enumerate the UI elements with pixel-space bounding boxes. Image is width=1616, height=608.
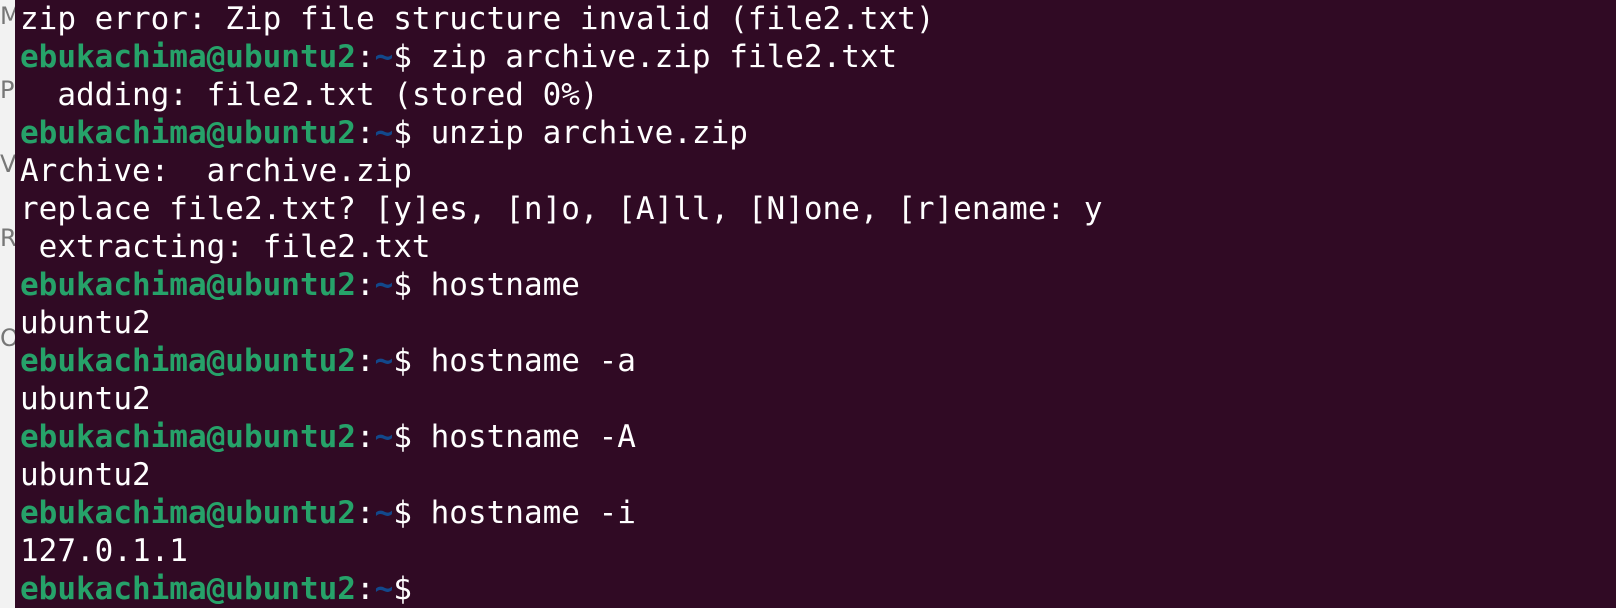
output-line: zip error: Zip file structure invalid (f… — [20, 1, 935, 37]
output-line: replace file2.txt? [y]es, [n]o, [A]ll, [… — [20, 191, 1103, 227]
prompt-colon: : — [355, 571, 375, 607]
output-line: extracting: file2.txt — [20, 229, 431, 265]
prompt-line: ebukachima@ubuntu2:~$ unzip archive.zip — [20, 114, 1616, 152]
command-text: unzip archive.zip — [430, 115, 748, 151]
command-text: hostname — [430, 267, 580, 303]
output-line: 127.0.1.1 — [20, 533, 188, 569]
command-text: zip archive.zip file2.txt — [430, 39, 898, 75]
prompt-colon: : — [355, 495, 375, 531]
prompt-symbol: $ — [393, 571, 431, 607]
prompt-path: ~ — [374, 419, 394, 455]
prompt-colon: : — [355, 267, 375, 303]
prompt-path: ~ — [374, 495, 394, 531]
command-text: hostname -a — [430, 343, 636, 379]
prompt-user: ebukachima@ubuntu2 — [20, 419, 356, 455]
prompt-symbol: $ — [393, 495, 431, 531]
prompt-colon: : — [355, 39, 375, 75]
prompt-path: ~ — [374, 343, 394, 379]
prompt-line: ebukachima@ubuntu2:~$ — [20, 570, 1616, 608]
prompt-line: ebukachima@ubuntu2:~$ zip archive.zip fi… — [20, 38, 1616, 76]
prompt-line: ebukachima@ubuntu2:~$ hostname -a — [20, 342, 1616, 380]
output-line: ubuntu2 — [20, 305, 151, 341]
prompt-user: ebukachima@ubuntu2 — [20, 571, 356, 607]
prompt-path: ~ — [374, 267, 394, 303]
prompt-path: ~ — [374, 571, 394, 607]
prompt-symbol: $ — [393, 115, 431, 151]
prompt-path: ~ — [374, 39, 394, 75]
prompt-colon: : — [355, 343, 375, 379]
background-text-fragment: O — [0, 326, 16, 350]
terminal-window[interactable]: zip error: Zip file structure invalid (f… — [15, 0, 1616, 608]
prompt-user: ebukachima@ubuntu2 — [20, 115, 356, 151]
background-text-fragment: V — [0, 152, 16, 176]
prompt-symbol: $ — [393, 343, 431, 379]
output-line: ubuntu2 — [20, 381, 151, 417]
output-line: adding: file2.txt (stored 0%) — [20, 77, 599, 113]
prompt-symbol: $ — [393, 267, 431, 303]
prompt-path: ~ — [374, 115, 394, 151]
prompt-colon: : — [355, 419, 375, 455]
prompt-line: ebukachima@ubuntu2:~$ hostname -i — [20, 494, 1616, 532]
prompt-user: ebukachima@ubuntu2 — [20, 343, 356, 379]
command-text: hostname -i — [430, 495, 636, 531]
prompt-symbol: $ — [393, 419, 431, 455]
output-line: ubuntu2 — [20, 457, 151, 493]
background-text-fragment: M — [0, 4, 16, 28]
prompt-colon: : — [355, 115, 375, 151]
terminal-output[interactable]: zip error: Zip file structure invalid (f… — [20, 0, 1616, 608]
command-text: hostname -A — [430, 419, 636, 455]
background-text-fragment: Pi — [0, 78, 16, 102]
prompt-symbol: $ — [393, 39, 431, 75]
background-text-fragment: R — [0, 226, 16, 250]
prompt-user: ebukachima@ubuntu2 — [20, 495, 356, 531]
prompt-user: ebukachima@ubuntu2 — [20, 267, 356, 303]
prompt-user: ebukachima@ubuntu2 — [20, 39, 356, 75]
prompt-line: ebukachima@ubuntu2:~$ hostname — [20, 266, 1616, 304]
output-line: Archive: archive.zip — [20, 153, 412, 189]
prompt-line: ebukachima@ubuntu2:~$ hostname -A — [20, 418, 1616, 456]
